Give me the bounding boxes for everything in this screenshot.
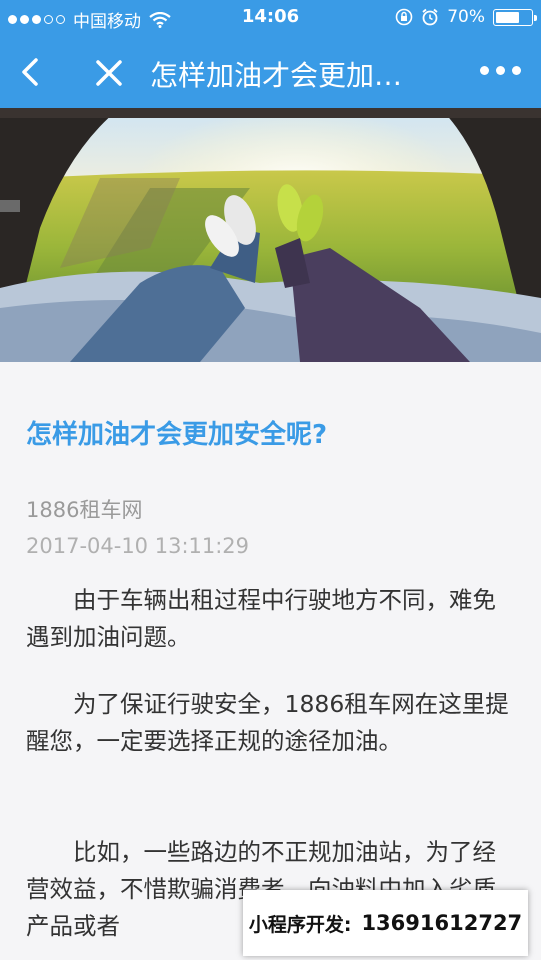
promo-badge[interactable]: 小程序开发: 13691612727	[243, 890, 528, 956]
article-paragraph: 由于车辆出租过程中行驶地方不同，难免遇到加油问题。	[26, 586, 496, 651]
nav-bar: 怎样加油才会更加…	[0, 36, 541, 108]
promo-phone: 13691612727	[361, 911, 523, 935]
rotation-lock-icon	[395, 8, 413, 26]
status-bar: 中国移动 14:06 70%	[0, 0, 541, 36]
article-paragraph: 为了保证行驶安全，1886租车网在这里提醒您，一定要选择正规的途径加油。	[26, 690, 509, 755]
battery-percent: 70%	[447, 7, 485, 27]
battery-icon	[493, 8, 537, 26]
article-title: 怎样加油才会更加安全呢?	[26, 420, 328, 450]
back-icon[interactable]	[14, 52, 50, 92]
promo-label: 小程序开发:	[248, 913, 352, 936]
close-icon[interactable]	[90, 54, 128, 92]
article-date: 2017-04-10 13:11:29	[26, 534, 250, 558]
alarm-icon	[422, 8, 438, 26]
banner-image	[0, 108, 541, 362]
page-title: 怎样加油才会更加…	[150, 59, 403, 92]
more-options-icon[interactable]	[480, 66, 521, 75]
article-source: 1886租车网	[26, 498, 143, 522]
